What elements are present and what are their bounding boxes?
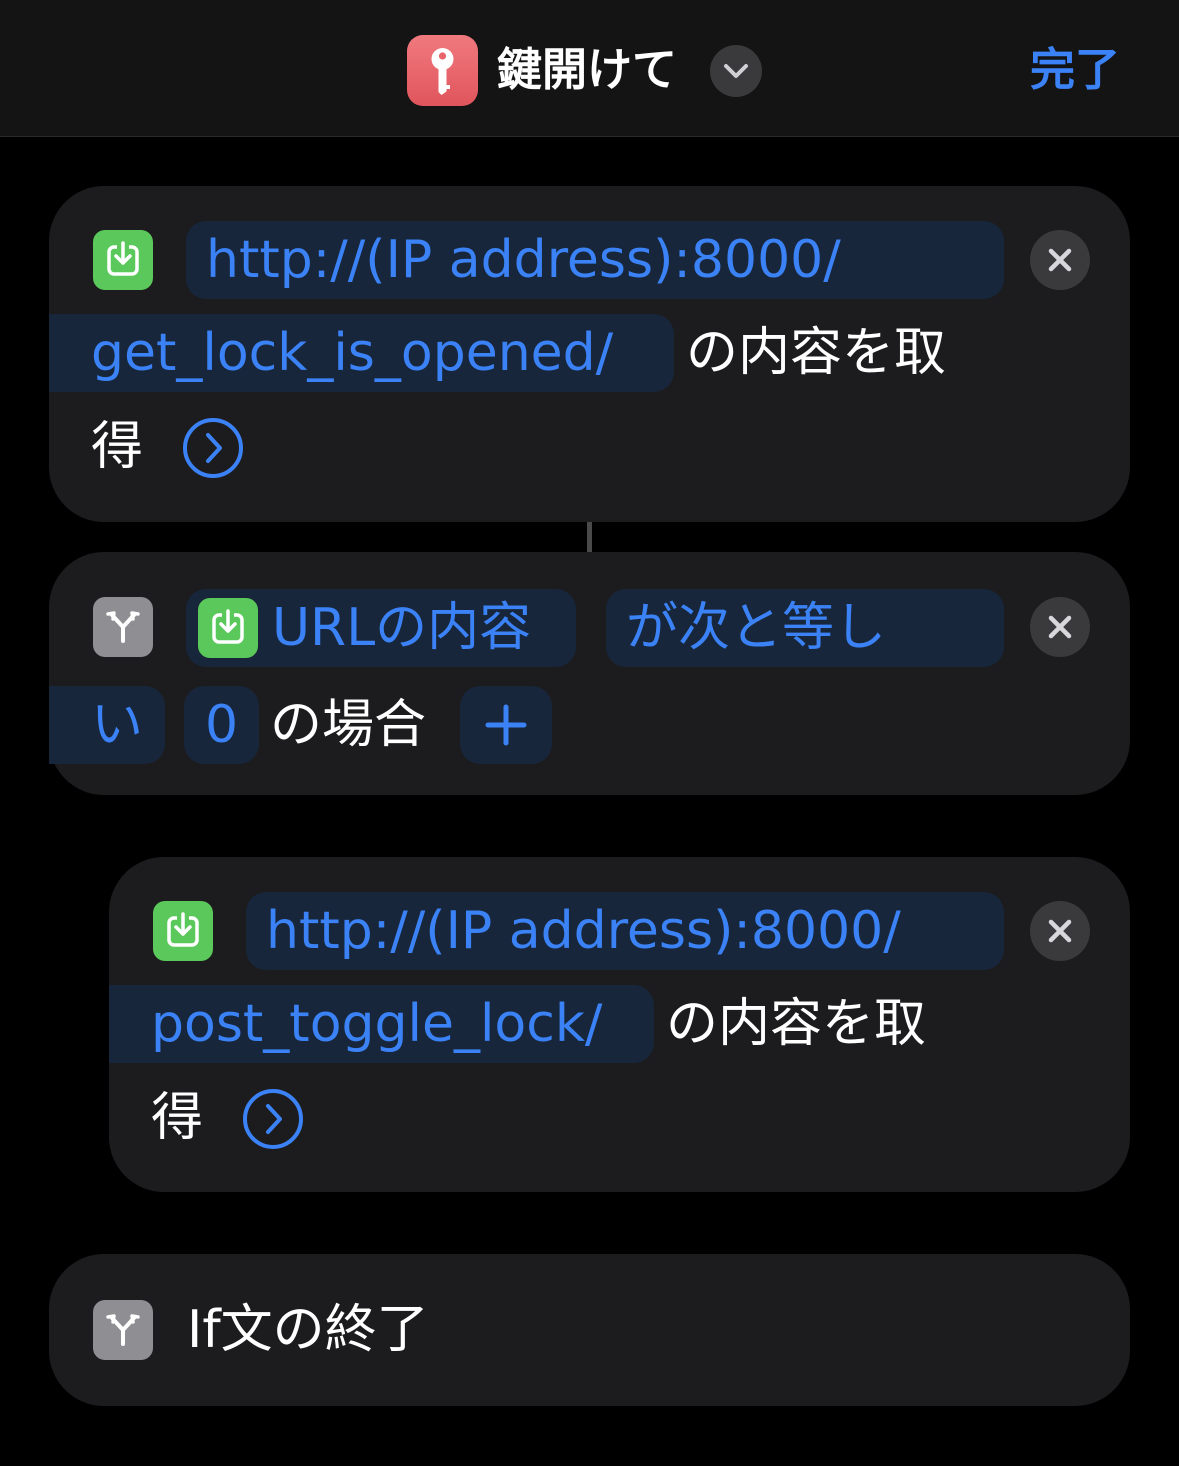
url-part1: http://(IP address):8000/ bbox=[266, 901, 901, 961]
branch-icon bbox=[93, 1300, 153, 1360]
url-part2: post_toggle_lock/ bbox=[151, 994, 603, 1054]
action-label-end: 得 bbox=[151, 1088, 204, 1148]
close-icon[interactable] bbox=[1030, 901, 1090, 961]
if-suffix: の場合 bbox=[270, 695, 427, 755]
add-condition-button[interactable] bbox=[460, 686, 552, 764]
chevron-right-circle-icon[interactable] bbox=[241, 1087, 305, 1151]
chevron-down-icon[interactable] bbox=[710, 45, 762, 97]
value-label: 0 bbox=[204, 695, 239, 755]
action-label-end: 得 bbox=[91, 417, 144, 477]
shortcut-title[interactable]: 鍵開けて bbox=[497, 40, 677, 100]
action-label: の内容を取 bbox=[686, 323, 947, 383]
condition-token-continued[interactable]: い bbox=[49, 686, 165, 764]
condition-part2: い bbox=[91, 695, 144, 755]
connector-line bbox=[587, 522, 592, 552]
variable-label: URLの内容 bbox=[272, 598, 532, 658]
url-token-continued[interactable]: post_toggle_lock/ bbox=[109, 985, 654, 1063]
done-button[interactable]: 完了 bbox=[1030, 40, 1120, 100]
url-part1: http://(IP address):8000/ bbox=[206, 230, 841, 290]
top-bar: 鍵開けて 完了 bbox=[0, 0, 1179, 137]
value-token[interactable]: 0 bbox=[184, 686, 259, 764]
download-icon bbox=[198, 598, 258, 658]
action-label: の内容を取 bbox=[666, 994, 927, 1054]
plus-icon bbox=[485, 704, 527, 746]
url-token[interactable]: http://(IP address):8000/ bbox=[246, 892, 1004, 970]
condition-token[interactable]: が次と等し bbox=[606, 589, 1004, 667]
key-icon[interactable] bbox=[407, 35, 478, 106]
chevron-right-circle-icon[interactable] bbox=[181, 416, 245, 480]
url-token-continued[interactable]: get_lock_is_opened/ bbox=[49, 314, 674, 392]
url-part2: get_lock_is_opened/ bbox=[91, 323, 614, 383]
close-icon[interactable] bbox=[1030, 230, 1090, 290]
end-if-label: If文の終了 bbox=[187, 1300, 429, 1360]
download-icon bbox=[153, 901, 213, 961]
close-icon[interactable] bbox=[1030, 597, 1090, 657]
condition-part1: が次と等し bbox=[626, 598, 887, 658]
url-token[interactable]: http://(IP address):8000/ bbox=[186, 221, 1004, 299]
branch-icon bbox=[93, 597, 153, 657]
download-icon bbox=[93, 230, 153, 290]
